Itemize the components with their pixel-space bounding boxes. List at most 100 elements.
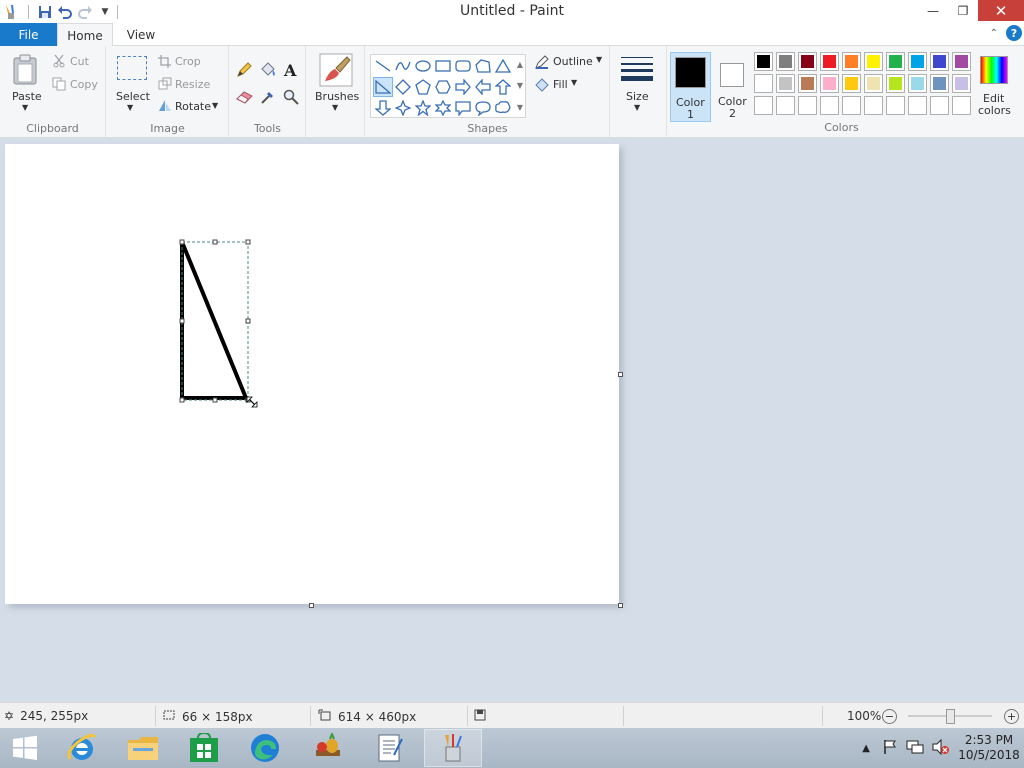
- five-point-star-shape-icon[interactable]: [413, 98, 433, 118]
- taskbar-internet-explorer[interactable]: [53, 729, 111, 767]
- rotate-dropdown-icon[interactable]: ▼: [212, 101, 218, 110]
- palette-custom-slot[interactable]: [952, 96, 971, 115]
- resize-button[interactable]: Resize: [175, 78, 210, 91]
- palette-color-swatch[interactable]: [886, 74, 905, 93]
- diamond-shape-icon[interactable]: [393, 77, 413, 97]
- palette-color-swatch[interactable]: [776, 74, 795, 93]
- size-icon[interactable]: [621, 56, 653, 85]
- outline-dropdown-icon[interactable]: ▼: [596, 55, 602, 64]
- left-arrow-shape-icon[interactable]: [473, 77, 493, 97]
- palette-color-swatch[interactable]: [820, 52, 839, 71]
- right-triangle-shape-icon[interactable]: [373, 77, 393, 97]
- rotate-button[interactable]: Rotate: [175, 100, 211, 113]
- paste-icon[interactable]: [12, 54, 40, 89]
- size-button[interactable]: Size: [626, 90, 649, 103]
- taskbar-app-fruit[interactable]: [299, 729, 357, 767]
- polygon-shape-icon[interactable]: [473, 56, 493, 76]
- zoom-slider-thumb[interactable]: [946, 709, 955, 724]
- network-icon[interactable]: [902, 739, 928, 758]
- text-tool-icon[interactable]: A: [284, 61, 296, 80]
- line-shape-icon[interactable]: [373, 56, 393, 76]
- palette-color-swatch[interactable]: [864, 52, 883, 71]
- palette-custom-slot[interactable]: [908, 96, 927, 115]
- outline-button[interactable]: Outline: [553, 55, 593, 68]
- palette-color-swatch[interactable]: [886, 52, 905, 71]
- four-point-star-shape-icon[interactable]: [393, 98, 413, 118]
- palette-custom-slot[interactable]: [776, 96, 795, 115]
- palette-custom-slot[interactable]: [886, 96, 905, 115]
- palette-color-swatch[interactable]: [908, 52, 927, 71]
- hexagon-shape-icon[interactable]: [433, 77, 453, 97]
- right-arrow-shape-icon[interactable]: [453, 77, 473, 97]
- up-arrow-shape-icon[interactable]: [493, 77, 513, 97]
- restore-button[interactable]: ❐: [948, 0, 978, 21]
- fill-dropdown-icon[interactable]: ▼: [571, 78, 577, 87]
- color1-button[interactable]: Color 1: [670, 52, 711, 122]
- palette-custom-slot[interactable]: [864, 96, 883, 115]
- start-button[interactable]: [0, 729, 50, 767]
- drawing-canvas[interactable]: [5, 144, 619, 604]
- brushes-dropdown-icon[interactable]: ▼: [332, 103, 338, 112]
- rounded-rectangle-shape-icon[interactable]: [453, 56, 473, 76]
- size-dropdown-icon[interactable]: ▼: [634, 103, 640, 112]
- close-button[interactable]: ✕: [978, 0, 1024, 21]
- palette-custom-slot[interactable]: [798, 96, 817, 115]
- action-center-flag-icon[interactable]: [878, 739, 902, 758]
- volume-muted-icon[interactable]: [928, 738, 954, 758]
- palette-custom-slot[interactable]: [930, 96, 949, 115]
- eraser-icon[interactable]: [236, 90, 254, 107]
- zoom-out-button[interactable]: −: [882, 709, 897, 724]
- rectangle-shape-icon[interactable]: [433, 56, 453, 76]
- triangle-shape-icon[interactable]: [493, 56, 513, 76]
- shapes-scrollbar[interactable]: ▲ ▼ ▼: [514, 54, 526, 118]
- palette-color-swatch[interactable]: [754, 74, 773, 93]
- select-icon[interactable]: [117, 56, 147, 80]
- palette-color-swatch[interactable]: [842, 52, 861, 71]
- taskbar-edge[interactable]: [236, 729, 294, 767]
- palette-color-swatch[interactable]: [952, 52, 971, 71]
- canvas-resize-handle-right[interactable]: [618, 372, 623, 377]
- palette-color-swatch[interactable]: [798, 52, 817, 71]
- select-dropdown-icon[interactable]: ▼: [127, 103, 133, 112]
- palette-color-swatch[interactable]: [908, 74, 927, 93]
- tab-view[interactable]: View: [117, 23, 165, 47]
- paste-button[interactable]: Paste: [12, 90, 42, 103]
- oval-callout-shape-icon[interactable]: [473, 98, 493, 118]
- cut-button[interactable]: Cut: [70, 55, 89, 68]
- magnifier-icon[interactable]: [283, 89, 299, 108]
- tab-home[interactable]: Home: [57, 23, 113, 47]
- palette-color-swatch[interactable]: [842, 74, 861, 93]
- fill-bucket-icon[interactable]: [259, 62, 277, 81]
- curve-shape-icon[interactable]: [393, 56, 413, 76]
- palette-custom-slot[interactable]: [754, 96, 773, 115]
- select-button[interactable]: Select: [116, 90, 150, 103]
- canvas-area[interactable]: [0, 139, 1024, 702]
- taskbar-paint[interactable]: [424, 729, 482, 767]
- scroll-down-icon[interactable]: ▼: [517, 81, 523, 90]
- pentagon-shape-icon[interactable]: [413, 77, 433, 97]
- color2-button[interactable]: Color 2: [713, 52, 752, 122]
- brushes-icon[interactable]: [319, 53, 353, 90]
- cloud-callout-shape-icon[interactable]: [493, 98, 513, 118]
- minimize-ribbon-icon[interactable]: ⌃: [990, 28, 998, 39]
- palette-color-swatch[interactable]: [930, 52, 949, 71]
- palette-color-swatch[interactable]: [930, 74, 949, 93]
- taskbar-wordpad[interactable]: [361, 729, 419, 767]
- minimize-button[interactable]: —: [918, 0, 948, 21]
- palette-custom-slot[interactable]: [820, 96, 839, 115]
- copy-button[interactable]: Copy: [70, 78, 98, 91]
- paste-dropdown-icon[interactable]: ▼: [22, 103, 28, 112]
- show-hidden-icons-icon[interactable]: ▲: [854, 743, 878, 754]
- rectangular-callout-shape-icon[interactable]: [453, 98, 473, 118]
- palette-color-swatch[interactable]: [798, 74, 817, 93]
- fill-button[interactable]: Fill: [553, 78, 568, 91]
- palette-color-swatch[interactable]: [820, 74, 839, 93]
- scroll-up-icon[interactable]: ▲: [517, 60, 523, 69]
- color-picker-icon[interactable]: [260, 89, 276, 108]
- six-point-star-shape-icon[interactable]: [433, 98, 453, 118]
- tab-file[interactable]: File: [0, 23, 57, 46]
- edit-colors-button[interactable]: Edit colors: [976, 52, 1016, 122]
- pencil-icon[interactable]: [236, 62, 252, 81]
- help-icon[interactable]: ?: [1006, 25, 1022, 41]
- palette-color-swatch[interactable]: [864, 74, 883, 93]
